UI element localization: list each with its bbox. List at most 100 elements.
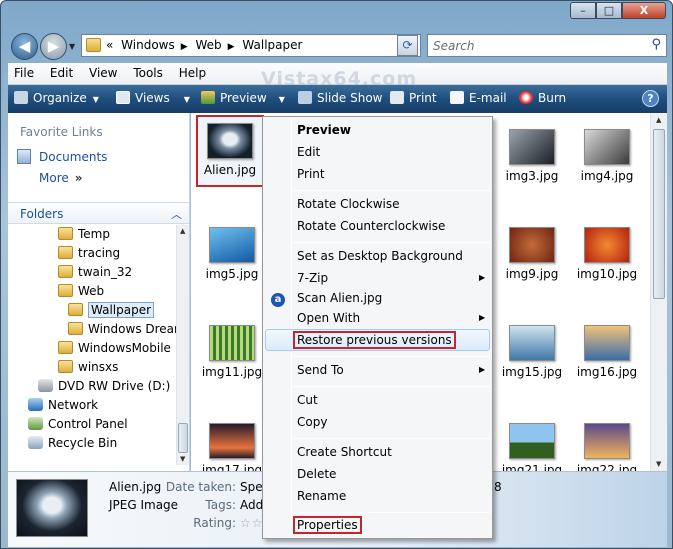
menu-item-scan[interactable]: Scan Alien.jpg bbox=[297, 291, 382, 305]
scroll-down-icon[interactable]: ▼ bbox=[180, 455, 185, 463]
menu-item-restore-previous-versions[interactable]: Restore previous versions bbox=[293, 331, 456, 349]
menu-item-cut[interactable]: Cut bbox=[297, 393, 318, 407]
menu-item-rotate-cw[interactable]: Rotate Clockwise bbox=[297, 197, 400, 211]
chevron-right-icon[interactable]: ▶ bbox=[228, 42, 235, 52]
maximize-button[interactable]: □ bbox=[596, 2, 622, 19]
close-button[interactable]: X bbox=[622, 2, 666, 19]
preview-label: Preview bbox=[220, 91, 267, 105]
tree-item-windowsmobile[interactable]: WindowsMobile bbox=[58, 341, 171, 359]
menu-file[interactable]: File bbox=[8, 63, 40, 83]
menu-item-set-background[interactable]: Set as Desktop Background bbox=[297, 249, 463, 263]
tree-item-wallpaper[interactable]: Wallpaper bbox=[68, 302, 155, 321]
file-item-img21[interactable]: img21.jpg bbox=[492, 423, 572, 471]
organize-button[interactable]: Organize ▼ bbox=[14, 91, 99, 105]
tree-item-dvd-drive[interactable]: DVD RW Drive (D:) bbox=[38, 379, 170, 397]
file-item-alien[interactable]: Alien.jpg bbox=[196, 115, 264, 187]
submenu-arrow-icon: ▶ bbox=[479, 313, 486, 322]
file-item-img15[interactable]: img15.jpg bbox=[492, 325, 572, 379]
help-button[interactable]: ? bbox=[642, 90, 659, 107]
tree-item-tracing[interactable]: tracing bbox=[58, 246, 120, 264]
file-item-img11[interactable]: img11.jpg bbox=[192, 325, 272, 379]
file-name: img15.jpg bbox=[501, 365, 563, 379]
scroll-thumb[interactable] bbox=[653, 129, 665, 299]
folders-title: Folders bbox=[20, 207, 64, 221]
file-item-img3[interactable]: img3.jpg bbox=[492, 129, 572, 183]
menu-tools[interactable]: Tools bbox=[127, 63, 169, 83]
menu-help[interactable]: Help bbox=[173, 63, 212, 83]
scroll-thumb[interactable] bbox=[178, 423, 188, 453]
menu-item-open-with[interactable]: Open With ▶ bbox=[297, 311, 487, 325]
views-button[interactable]: Views ▼ bbox=[116, 91, 190, 105]
breadcrumb-web[interactable]: Web bbox=[196, 38, 222, 52]
file-item-img5[interactable]: img5.jpg bbox=[192, 227, 272, 281]
file-name: img4.jpg bbox=[580, 169, 634, 183]
tree-item-winsxs[interactable]: winsxs bbox=[58, 360, 118, 378]
file-item-img16[interactable]: img16.jpg bbox=[567, 325, 647, 379]
control-panel-icon bbox=[28, 417, 43, 430]
menu-item-properties[interactable]: Properties bbox=[293, 516, 362, 534]
file-item-img22[interactable]: img22.jpg bbox=[567, 423, 647, 471]
menu-edit[interactable]: Edit bbox=[44, 63, 79, 83]
favorite-more-link[interactable]: More » bbox=[39, 171, 83, 185]
submenu-arrow-icon: ▶ bbox=[479, 273, 486, 282]
breadcrumb-windows[interactable]: Windows bbox=[121, 38, 175, 52]
file-item-img9[interactable]: img9.jpg bbox=[492, 227, 572, 281]
tags-value[interactable]: Add bbox=[240, 498, 263, 512]
breadcrumb-wallpaper[interactable]: Wallpaper bbox=[242, 38, 302, 52]
tree-item-control-panel[interactable]: Control Panel bbox=[28, 417, 128, 435]
email-button[interactable]: E-mail bbox=[450, 91, 507, 105]
folders-header[interactable]: Folders ︿ bbox=[8, 202, 189, 224]
menu-separator bbox=[293, 386, 490, 387]
scroll-down-icon[interactable]: ▼ bbox=[656, 460, 661, 468]
tree-scrollbar[interactable]: ▲ ▼ bbox=[176, 225, 189, 465]
more-label: More bbox=[39, 171, 69, 185]
slideshow-button[interactable]: Slide Show bbox=[298, 91, 382, 105]
menu-item-preview[interactable]: Preview bbox=[297, 123, 351, 137]
tree-item-temp[interactable]: Temp bbox=[58, 227, 110, 245]
tree-item-windows-dream[interactable]: Windows Dream bbox=[68, 322, 176, 340]
print-button[interactable]: Print bbox=[390, 91, 437, 105]
menu-item-print[interactable]: Print bbox=[297, 167, 325, 181]
favorite-documents-link[interactable]: Documents bbox=[17, 149, 107, 164]
search-input[interactable]: Search ⚲ bbox=[427, 34, 667, 57]
scroll-up-icon[interactable]: ▲ bbox=[656, 116, 661, 124]
refresh-button[interactable]: ⟳ bbox=[397, 35, 418, 56]
file-item-img17[interactable]: img17.jpg bbox=[192, 423, 272, 471]
menu-item-rotate-ccw[interactable]: Rotate Counterclockwise bbox=[297, 219, 445, 233]
forward-button[interactable]: ▶ bbox=[40, 33, 67, 60]
menu-view[interactable]: View bbox=[83, 63, 123, 83]
file-name: img10.jpg bbox=[576, 267, 638, 281]
breadcrumb-root[interactable]: « bbox=[106, 38, 113, 52]
menu-separator bbox=[293, 356, 490, 357]
folder-icon bbox=[58, 265, 73, 278]
menu-item-edit[interactable]: Edit bbox=[297, 145, 320, 159]
tree-item-web[interactable]: Web bbox=[58, 284, 104, 302]
menu-item-rename[interactable]: Rename bbox=[297, 489, 346, 503]
burn-button[interactable]: Burn bbox=[519, 91, 566, 105]
file-item-img10[interactable]: img10.jpg bbox=[567, 227, 647, 281]
file-item-img4[interactable]: img4.jpg bbox=[567, 129, 647, 183]
tree-item-recycle-bin[interactable]: Recycle Bin bbox=[28, 436, 117, 454]
tree-item-network[interactable]: Network bbox=[28, 398, 98, 416]
chevron-up-icon[interactable]: ︿ bbox=[171, 206, 182, 222]
menu-item-copy[interactable]: Copy bbox=[297, 415, 327, 429]
menu-item-7zip[interactable]: 7-Zip ▶ bbox=[297, 271, 487, 285]
history-dropdown-icon[interactable]: ▼ bbox=[69, 42, 75, 51]
date-taken-value[interactable]: Spe bbox=[240, 480, 263, 494]
menu-item-delete[interactable]: Delete bbox=[297, 467, 336, 481]
file-thumbnail bbox=[207, 123, 253, 159]
scroll-up-icon[interactable]: ▲ bbox=[180, 227, 185, 235]
preview-button[interactable]: Preview ▼ bbox=[201, 91, 285, 105]
minimize-button[interactable]: – bbox=[570, 2, 596, 19]
address-bar[interactable]: « Windows▶ Web▶ Wallpaper ▼ bbox=[81, 34, 421, 57]
menu-item-create-shortcut[interactable]: Create Shortcut bbox=[297, 445, 392, 459]
folder-tree: Temp tracing twain_32 Web Wallpaper Wind… bbox=[8, 225, 176, 465]
file-list-scrollbar[interactable]: ▲ ▼ bbox=[650, 113, 667, 471]
tree-item-twain32[interactable]: twain_32 bbox=[58, 265, 132, 283]
file-thumbnail bbox=[584, 129, 630, 165]
folder-icon bbox=[68, 322, 83, 335]
search-icon[interactable]: ⚲ bbox=[651, 37, 661, 52]
back-button[interactable]: ◀ bbox=[11, 33, 38, 60]
chevron-right-icon[interactable]: ▶ bbox=[181, 42, 188, 52]
menu-item-send-to[interactable]: Send To ▶ bbox=[297, 363, 487, 377]
